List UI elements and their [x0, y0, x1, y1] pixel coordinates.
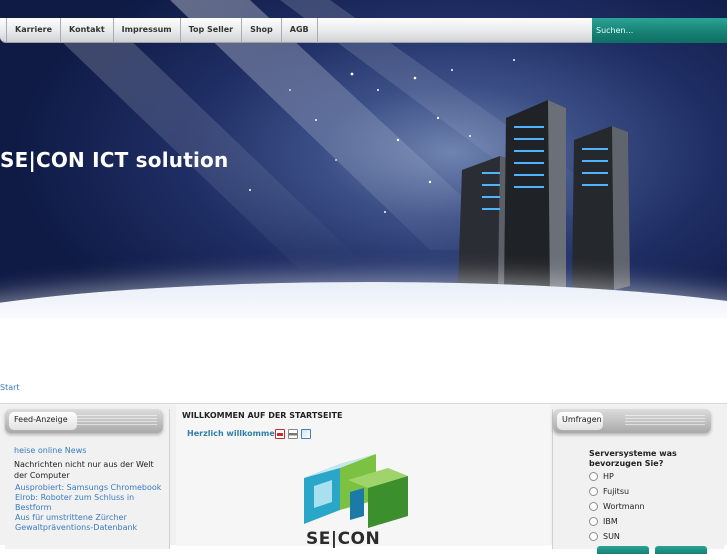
- poll-module-title: Umfragen: [562, 415, 602, 424]
- nav-agb[interactable]: AGB: [282, 18, 318, 43]
- article-actions: [275, 429, 311, 439]
- poll-option-wortmann[interactable]: Wortmann: [589, 499, 645, 514]
- nav-shop[interactable]: Shop: [242, 18, 282, 43]
- feed-list: Ausprobiert: Samsungs Chromebook Elrob: …: [15, 483, 163, 533]
- vote-button[interactable]: [597, 546, 649, 554]
- menu-bar: Karriere Kontakt Impressum Top Seller Sh…: [0, 18, 592, 43]
- breadcrumb[interactable]: Start: [0, 383, 20, 392]
- search-input[interactable]: [596, 22, 724, 39]
- poll-module-header: Umfragen: [553, 409, 711, 433]
- radio-button[interactable]: [589, 472, 598, 481]
- pdf-icon[interactable]: [275, 429, 285, 439]
- poll-question: Serversysteme was bevorzugen Sie?: [589, 449, 677, 468]
- radio-button[interactable]: [589, 487, 598, 496]
- logo-wordmark: SE|CON: [306, 529, 381, 549]
- search-box: [592, 18, 727, 43]
- header-stripes: [77, 415, 157, 427]
- option-label: HP: [603, 472, 614, 481]
- nav-karriere[interactable]: Karriere: [6, 18, 62, 43]
- content-area: Feed-Anzeige heise online News Nachricht…: [0, 403, 727, 554]
- poll-option-fujitsu[interactable]: Fujitsu: [589, 484, 645, 499]
- nav-kontakt[interactable]: Kontakt: [61, 18, 114, 43]
- poll-option-ibm[interactable]: IBM: [589, 514, 645, 529]
- poll-options: HP Fujitsu Wortmann IBM SUN: [589, 469, 645, 544]
- nav-impressum[interactable]: Impressum: [114, 18, 181, 43]
- article-title[interactable]: Herzlich willkommen!: [187, 429, 284, 438]
- page-heading: WILLKOMMEN AUF DER STARTSEITE: [182, 411, 343, 420]
- poll-option-sun[interactable]: SUN: [589, 529, 645, 544]
- feed-description: Nachrichten nicht nur aus der Welt der C…: [14, 460, 154, 480]
- poll-option-hp[interactable]: HP: [589, 469, 645, 484]
- right-sidebar: Umfragen Serversysteme was bevorzugen Si…: [552, 409, 724, 554]
- feed-item[interactable]: Elrob: Roboter zum Schluss in Bestform: [15, 493, 163, 513]
- radio-button[interactable]: [589, 502, 598, 511]
- print-icon[interactable]: [288, 429, 298, 439]
- site-title: SE|CON ICT solution: [0, 148, 229, 172]
- option-label: Fujitsu: [603, 487, 630, 496]
- radio-button[interactable]: [589, 532, 598, 541]
- radio-button[interactable]: [589, 517, 598, 526]
- logo-cubes: [304, 454, 408, 528]
- option-label: IBM: [603, 517, 618, 526]
- option-label: Wortmann: [603, 502, 645, 511]
- main-column: WILLKOMMEN AUF DER STARTSEITE Herzlich w…: [176, 404, 550, 549]
- poll-buttons: [597, 546, 707, 554]
- header-stripes: [625, 415, 705, 427]
- main-menu: Karriere Kontakt Impressum Top Seller Sh…: [6, 18, 318, 43]
- top-navigation: Karriere Kontakt Impressum Top Seller Sh…: [0, 18, 727, 43]
- feed-module-title: Feed-Anzeige: [14, 415, 68, 424]
- feed-module-header: Feed-Anzeige: [5, 409, 163, 433]
- results-button[interactable]: [655, 546, 707, 554]
- nav-top-seller[interactable]: Top Seller: [181, 18, 243, 43]
- feed-source-link[interactable]: heise online News: [14, 446, 86, 455]
- feed-item[interactable]: Aus für umstrittene Zürcher Gewaltpräven…: [15, 513, 163, 533]
- secon-logo: SE|CON: [300, 450, 420, 549]
- feed-item[interactable]: Ausprobiert: Samsungs Chromebook: [15, 483, 163, 493]
- hero-banner: SE|CON ICT solution: [0, 0, 727, 318]
- option-label: SUN: [603, 532, 620, 541]
- email-icon[interactable]: [301, 429, 311, 439]
